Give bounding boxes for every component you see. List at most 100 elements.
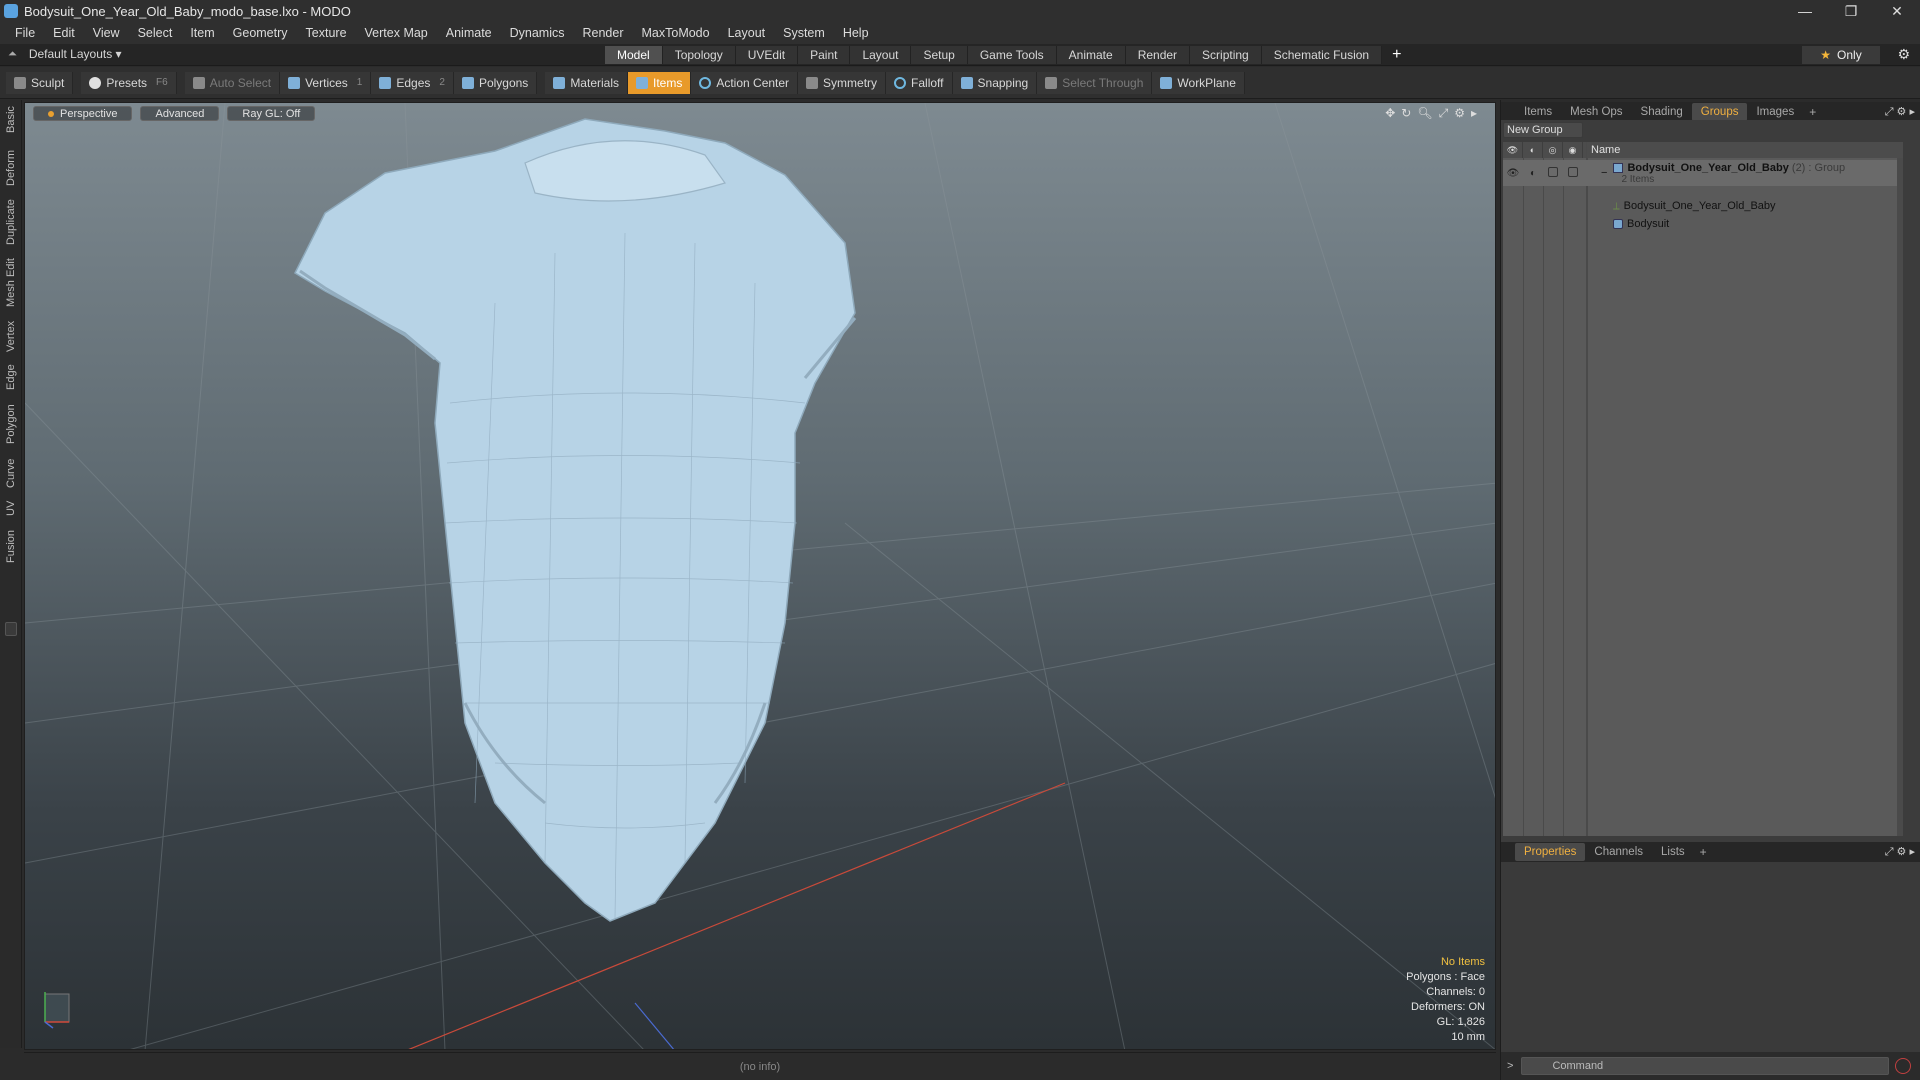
zoom-icon[interactable]: 🔍︎ (1417, 106, 1432, 121)
tab-render[interactable]: Render (1125, 46, 1191, 64)
group-count: (2) (1791, 161, 1806, 174)
properties-panel (1501, 862, 1920, 1062)
visibility-eye-icon[interactable]: 👁︎ (1503, 168, 1523, 179)
menu-edit[interactable]: Edit (44, 26, 84, 40)
bottom-panel-expand-icon[interactable]: ⤢ ⚙ ▸ (1885, 845, 1915, 859)
menu-texture[interactable]: Texture (297, 26, 356, 40)
rotate-icon[interactable]: ↻ (1401, 106, 1411, 121)
viewport-menu-icon[interactable]: ▸ (1471, 106, 1477, 121)
snapping-button[interactable]: Snapping (952, 71, 1038, 94)
tab-images[interactable]: Images (1747, 103, 1803, 121)
items-icon (636, 76, 648, 89)
expand-arrow-icon[interactable]: − (1601, 167, 1607, 179)
falloff-button[interactable]: Falloff (886, 71, 953, 94)
tab-game-tools[interactable]: Game Tools (967, 46, 1057, 64)
select-toggle[interactable] (1563, 166, 1583, 180)
raygl-toggle[interactable]: Ray GL: Off (227, 106, 316, 121)
add-bottom-tab-icon[interactable]: + (1694, 845, 1713, 859)
tab-shading[interactable]: Shading (1632, 103, 1692, 121)
pan-icon[interactable]: ✥ (1385, 106, 1395, 121)
command-execute-icon[interactable] (1895, 1058, 1912, 1074)
add-panel-tab-icon[interactable]: + (1803, 105, 1822, 119)
vtab-polygon[interactable]: Polygon (2, 400, 20, 448)
vtab-basic[interactable]: Basic (2, 106, 20, 134)
sculpt-button[interactable]: Sculpt (6, 71, 74, 94)
tab-model[interactable]: Model (605, 46, 663, 64)
group-child-row[interactable]: ⟂ Bodysuit_One_Year_Old_Baby (1503, 198, 1903, 214)
menu-vertex-map[interactable]: Vertex Map (356, 26, 437, 40)
menu-system[interactable]: System (774, 26, 834, 40)
vtab-uv[interactable]: UV (2, 498, 20, 518)
group-row-root[interactable]: 👁︎ ◐ − Bodysuit_One_Year_Old_Baby (2) : … (1503, 160, 1903, 186)
only-toggle[interactable]: ★ Only (1802, 46, 1880, 64)
close-button[interactable]: ✕ (1874, 0, 1920, 22)
menu-select[interactable]: Select (129, 26, 182, 40)
vtab-deform[interactable]: Deform (2, 148, 20, 188)
menu-file[interactable]: File (6, 26, 44, 40)
fit-icon[interactable]: ⤢ (1439, 106, 1449, 121)
minimize-button[interactable]: — (1782, 0, 1828, 22)
tab-layout[interactable]: Layout (850, 46, 912, 64)
workplane-button[interactable]: WorkPlane (1152, 71, 1245, 94)
tab-uvedit[interactable]: UVEdit (735, 46, 799, 64)
tab-items[interactable]: Items (1515, 103, 1561, 121)
tree-scrollbar[interactable] (1897, 158, 1903, 836)
tab-schematic-fusion[interactable]: Schematic Fusion (1261, 46, 1383, 64)
menu-item[interactable]: Item (181, 26, 223, 40)
menu-render[interactable]: Render (574, 26, 633, 40)
add-tab-icon[interactable]: + (1382, 46, 1411, 64)
menu-dynamics[interactable]: Dynamics (501, 26, 574, 40)
lock-toggle[interactable] (1543, 166, 1563, 180)
workplane-icon (1160, 76, 1173, 89)
action-center-button[interactable]: Action Center (691, 71, 799, 94)
tab-animate[interactable]: Animate (1056, 46, 1126, 64)
tab-paint[interactable]: Paint (798, 46, 851, 64)
vtab-curve[interactable]: Curve (2, 456, 20, 490)
materials-button[interactable]: Materials (545, 71, 628, 94)
auto-select-button[interactable]: Auto Select (184, 71, 281, 94)
presets-button[interactable]: Presets F6 (81, 71, 177, 94)
menu-view[interactable]: View (84, 26, 129, 40)
polygons-button[interactable]: Polygons (453, 71, 538, 94)
menu-layout[interactable]: Layout (719, 26, 775, 40)
view-perspective-dropdown[interactable]: Perspective (33, 106, 133, 121)
shading-mode-dropdown[interactable]: Advanced (140, 106, 220, 121)
restore-button[interactable]: ❐ (1828, 0, 1874, 22)
vtab-mesh-edit[interactable]: Mesh Edit (2, 258, 20, 308)
tab-channels[interactable]: Channels (1585, 843, 1652, 861)
items-button[interactable]: Items (628, 71, 692, 94)
vertices-button[interactable]: Vertices 1 (280, 71, 372, 94)
command-input[interactable]: Command (1521, 1057, 1890, 1075)
tab-topology[interactable]: Topology (662, 46, 736, 64)
3d-viewport[interactable]: Perspective Advanced Ray GL: Off ✥ ↻ 🔍︎ … (24, 102, 1496, 1050)
vtab-vertex[interactable]: Vertex (2, 318, 20, 354)
tab-scripting[interactable]: Scripting (1190, 46, 1262, 64)
menu-help[interactable]: Help (834, 26, 878, 40)
tab-setup[interactable]: Setup (911, 46, 968, 64)
viewport-settings-icon[interactable]: ⚙ (1454, 106, 1465, 121)
select-through-button[interactable]: Select Through (1037, 71, 1153, 94)
render-toggle-icon[interactable]: ◐ (1523, 168, 1543, 179)
menu-maxtomodo[interactable]: MaxToModo (633, 26, 719, 40)
menu-animate[interactable]: Animate (437, 26, 501, 40)
tab-groups[interactable]: Groups (1691, 103, 1748, 121)
new-group-button[interactable]: New Group (1503, 122, 1583, 138)
collapse-up-icon[interactable]: ⏶ (8, 48, 17, 61)
lock-checkbox[interactable] (1548, 166, 1558, 177)
group-child-row[interactable]: Bodysuit (1503, 216, 1903, 232)
tab-lists[interactable]: Lists (1652, 843, 1694, 861)
symmetry-button[interactable]: Symmetry (798, 71, 887, 94)
vtab-duplicate[interactable]: Duplicate (2, 198, 20, 246)
layout-selector[interactable]: Default Layouts ▾ (29, 47, 122, 61)
panel-expand-icon[interactable]: ⤢ ⚙ ▸ (1885, 105, 1915, 119)
vtab-edge[interactable]: Edge (2, 362, 20, 392)
tab-properties[interactable]: Properties (1515, 843, 1586, 861)
vtab-fusion[interactable]: Fusion (2, 528, 20, 564)
edges-button[interactable]: Edges 2 (371, 71, 454, 94)
palette-toggle[interactable] (5, 622, 17, 636)
menu-geometry[interactable]: Geometry (224, 26, 297, 40)
snapping-label: Snapping (977, 75, 1029, 90)
gear-icon[interactable]: ⚙ (1897, 46, 1910, 63)
select-checkbox[interactable] (1568, 166, 1578, 177)
tab-mesh-ops[interactable]: Mesh Ops (1561, 103, 1631, 121)
